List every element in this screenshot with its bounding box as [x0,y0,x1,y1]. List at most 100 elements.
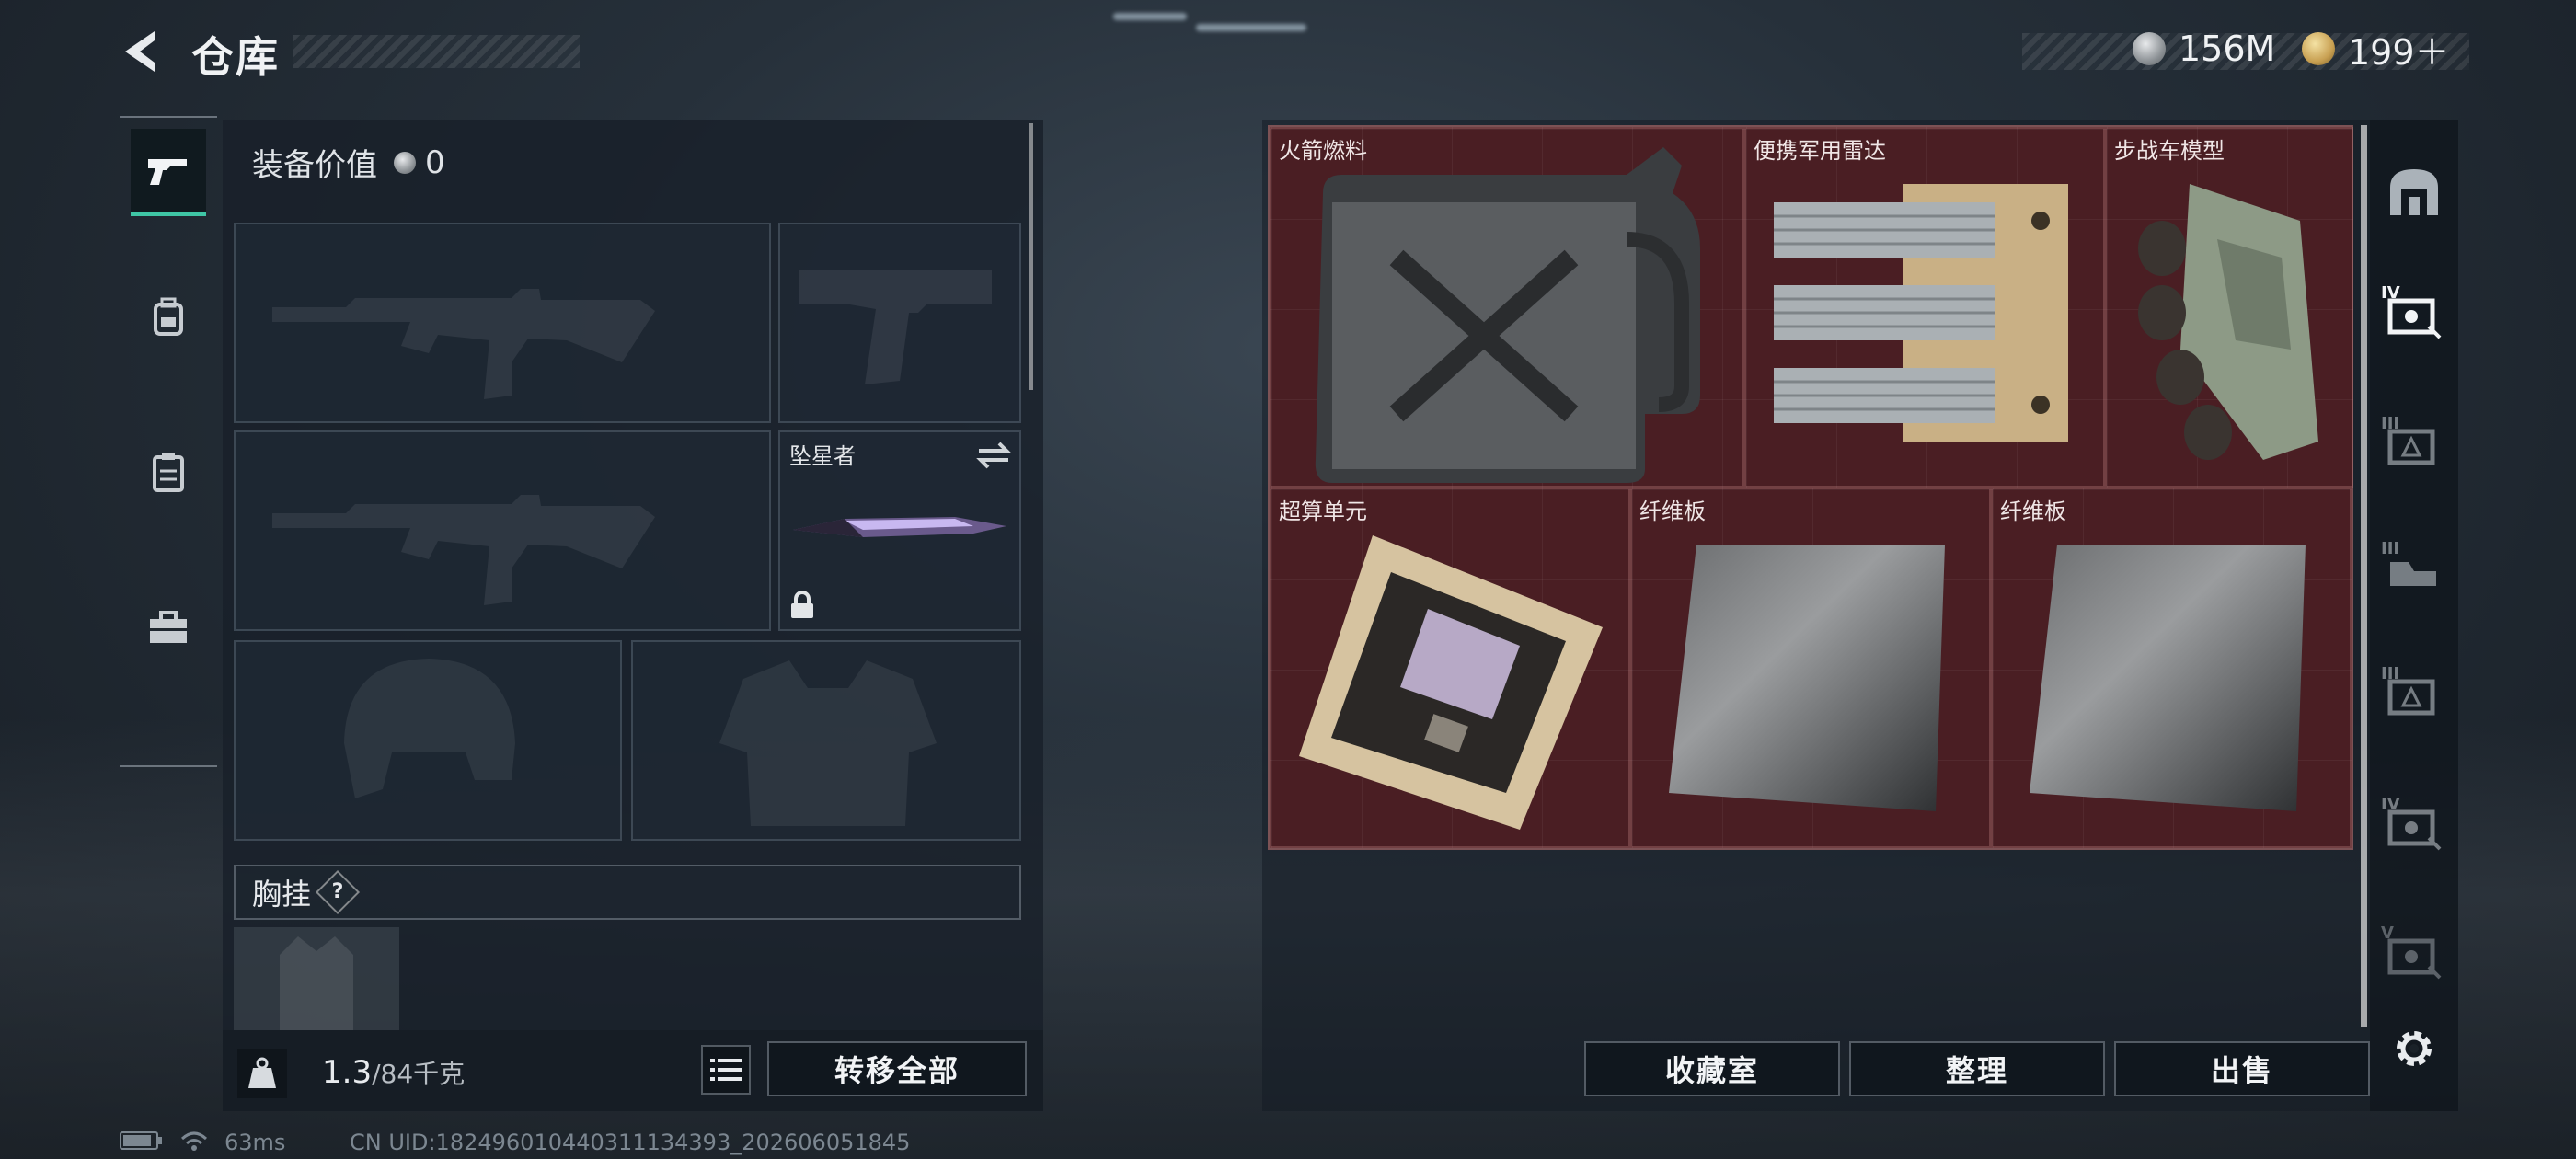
primary-weapon-slot[interactable] [234,223,771,423]
item-name: 纤维板 [1639,499,1706,524]
jerrycan-icon [1315,147,1700,483]
tab-safe-3[interactable]: III [2374,526,2455,618]
ceiling-light [1113,13,1187,20]
tab-safe-4[interactable]: III [2374,651,2455,743]
left-sidebar [120,116,217,767]
pistol-silhouette-icon [799,270,992,384]
storage-grid: 火箭燃料 便携军用雷达 步战车模型 超算单元 纤维板 纤维板 [1268,125,2353,850]
item-ifv-model[interactable]: 步战车模型 [2105,127,2353,488]
backpack-icon [154,297,183,336]
gold-coin-icon [2302,32,2335,65]
lock-icon [791,591,813,618]
page-title: 仓库 [191,32,280,82]
pistol-icon [148,159,187,185]
item-supercomputing-unit[interactable]: 超算单元 [1270,488,1630,848]
sidearm-slot[interactable] [778,223,1021,423]
chest-rig-icon [280,936,353,1033]
fiber-board-icon [2030,545,2306,811]
gear-icon [2397,1031,2432,1066]
item-name: 超算单元 [1279,499,1367,524]
weight-readout: 1.3/84千克 [322,1054,465,1091]
tab-backpack[interactable] [131,276,206,359]
help-icon-glyph: ? [331,880,344,903]
equipment-value: 装备价值 0 [252,140,445,185]
weight-icon [248,1057,276,1088]
tab-safe-2[interactable]: III [2374,401,2455,493]
equipment-value-label: 装备价值 [252,147,377,184]
clipboard-icon [153,453,184,492]
tier-label: IV [2381,795,2400,814]
item-fiber-board-2[interactable]: 纤维板 [1991,488,2352,848]
wifi-icon [180,1130,208,1157]
item-name: 步战车模型 [2114,138,2225,164]
item-name: 便携军用雷达 [1754,138,1886,164]
wifi-icon-glyph [180,1131,208,1151]
tab-clipboard[interactable] [131,430,206,513]
weight-badge [237,1049,287,1098]
title-decoration [293,35,580,68]
silver-amount: 156M [2179,29,2276,69]
item-portable-radar[interactable]: 便携军用雷达 [1744,127,2105,488]
item-name: 纤维板 [2000,499,2066,524]
tab-weapons[interactable] [131,129,206,216]
sort-button[interactable]: 整理 [1849,1041,2105,1096]
chest-rig-slot[interactable] [234,927,399,1033]
collection-room-button[interactable]: 收藏室 [1584,1041,1840,1096]
silver-coin-icon [2133,32,2166,65]
transfer-all-button[interactable]: 转移全部 [767,1041,1027,1096]
battery-icon-glyph [120,1131,162,1150]
sell-button[interactable]: 出售 [2114,1041,2370,1096]
weight-capacity: /84千克 [372,1059,466,1089]
fiber-board-icon [1669,545,1945,811]
tier-label: III [2381,664,2400,683]
settings-button[interactable] [2374,1003,2455,1095]
knife-icon [793,517,1006,537]
currency-silver[interactable]: 156M [2133,28,2275,70]
melee-slot[interactable]: 坠星者 [778,430,1021,631]
radar-icon [1774,184,2068,442]
tier-label: III [2381,539,2400,558]
silver-coin-icon [394,151,416,174]
equipment-value-amount: 0 [425,143,445,181]
item-fiber-board-1[interactable]: 纤维板 [1630,488,1991,848]
chest-rig-header: 胸挂 ? [234,865,1021,920]
vest-silhouette-icon [719,660,937,826]
secondary-weapon-slot[interactable] [234,430,771,631]
tab-safe-1[interactable]: IV [2374,270,2455,362]
back-arrow-icon [125,31,155,72]
weight-current: 1.3 [322,1054,373,1091]
circuit-board-icon [1299,535,1603,830]
melee-slot-label: 坠星者 [789,443,856,469]
toolbox-icon [150,611,187,643]
back-button[interactable] [120,29,160,74]
swap-icon[interactable] [975,440,1012,471]
help-icon[interactable]: ? [315,869,361,915]
ceiling-light [1196,24,1306,31]
rifle-silhouette-icon [272,289,655,399]
tab-toolbox[interactable] [131,587,206,670]
tier-label: IV [2381,283,2400,303]
ifv-model-icon [2138,184,2318,460]
armor-slot[interactable] [631,640,1021,841]
arch-icon [2390,169,2438,215]
ping-readout: 63ms [224,1130,286,1155]
chest-rig-label: 胸挂 [252,877,312,912]
equipment-scrollbar[interactable] [1029,123,1033,390]
item-rocket-fuel[interactable]: 火箭燃料 [1270,127,1744,488]
safe-icon [2387,938,2442,980]
list-icon [710,1059,742,1081]
battery-icon [120,1130,164,1157]
storage-scrollbar[interactable] [2361,125,2367,1027]
tab-safe-6[interactable]: V [2374,911,2455,1003]
helmet-slot[interactable] [234,640,622,841]
rifle-silhouette-icon [272,495,655,605]
tab-storage-main[interactable] [2374,145,2455,237]
gold-amount: 199＋ [2348,31,2450,73]
currency-gold[interactable]: 199＋ [2302,28,2450,73]
tier-label: III [2381,414,2400,433]
tier-label: V [2381,924,2394,943]
helmet-silhouette-icon [344,659,515,798]
uid-readout: CN UID:18249601044031113439​3_2026060518… [350,1130,911,1155]
list-view-button[interactable] [701,1045,751,1095]
tab-safe-5[interactable]: IV [2374,782,2455,874]
